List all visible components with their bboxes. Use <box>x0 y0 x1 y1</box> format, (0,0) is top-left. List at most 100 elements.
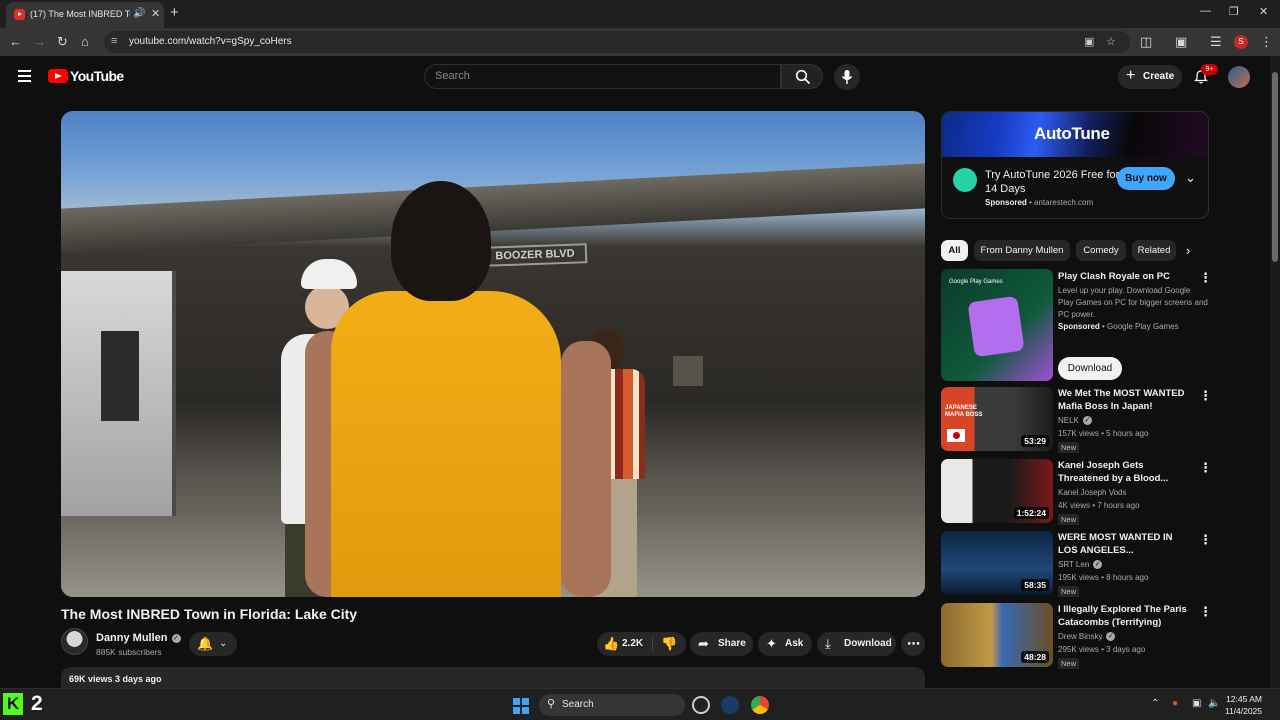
sidebar-ad-thumbnail[interactable]: Google Play Games <box>941 269 1053 381</box>
volume-icon[interactable]: 🔈 <box>1208 698 1220 709</box>
video-thumbnail[interactable]: 58:35 <box>941 531 1053 595</box>
ad-expand-chevron-icon[interactable]: ⌄ <box>1185 170 1196 186</box>
taskbar-search-label: Search <box>562 699 594 710</box>
ad-banner[interactable]: AutoTune <box>942 112 1208 157</box>
windows-start-icon[interactable] <box>513 698 529 714</box>
video-player[interactable]: BOOZER BLVD <box>61 111 925 597</box>
video-menu-icon[interactable]: ⋮ <box>1199 532 1212 548</box>
browser-tabbar: (17) The Most INBRED Town in Florida: La… <box>0 0 1280 28</box>
back-icon[interactable]: ← <box>9 34 22 50</box>
video-channel: SRT Len ✓ <box>1058 560 1103 569</box>
more-actions-button[interactable]: ⋯ <box>901 632 925 656</box>
video-menu-icon[interactable]: ⋮ <box>1199 604 1212 620</box>
youtube-favicon-icon <box>14 9 25 20</box>
chip-all[interactable]: All <box>941 240 968 261</box>
verified-icon: ✓ <box>1082 416 1092 425</box>
page-scrollbar[interactable] <box>1270 56 1280 688</box>
buy-now-button[interactable]: Buy now <box>1117 167 1175 190</box>
youtube-logo-text[interactable]: YouTube <box>70 68 124 84</box>
ad-sponsor-line: Sponsored • antarestech.com <box>985 198 1094 207</box>
account-avatar[interactable] <box>1228 66 1250 88</box>
share-button[interactable]: ➦ Share <box>690 632 753 656</box>
steam-icon[interactable] <box>721 696 739 714</box>
chips-next-chevron-icon[interactable]: › <box>1186 243 1190 258</box>
windows-taskbar: K 2 ⚲ Search ⌃ ● ▣ 🔈 12:45 AM 11/4/2025 <box>0 688 1280 720</box>
app-icon[interactable] <box>692 696 710 714</box>
reload-icon[interactable]: ↻ <box>57 34 68 50</box>
new-tab-icon[interactable]: + <box>170 5 179 21</box>
chrome-icon[interactable] <box>751 696 769 714</box>
sparkle-icon: ✦ <box>766 636 777 651</box>
dislike-button[interactable]: 👎 <box>653 632 686 656</box>
video-duration: 1:52:24 <box>1013 507 1049 519</box>
search-button[interactable] <box>781 64 823 89</box>
japan-flag-icon <box>947 429 965 442</box>
split-view-icon[interactable]: ▣ <box>1175 34 1187 50</box>
home-icon[interactable]: ⌂ <box>81 34 89 50</box>
browser-menu-icon[interactable]: ⋮ <box>1260 34 1273 50</box>
video-channel: Drew Binsky ✓ <box>1058 632 1116 641</box>
youtube-logo-icon[interactable] <box>48 69 68 83</box>
download-icon: ⤓ <box>825 636 831 651</box>
display-icon[interactable]: ▣ <box>1192 698 1201 709</box>
profile-avatar[interactable]: S <box>1234 35 1248 49</box>
forward-icon[interactable]: → <box>33 34 46 50</box>
sidebar-ad-menu-icon[interactable]: ⋮ <box>1199 270 1212 286</box>
subscription-bell-button[interactable]: 🔔 ⌄ <box>189 632 237 656</box>
scrollbar-thumb[interactable] <box>1272 72 1278 262</box>
minimize-icon[interactable]: — <box>1200 5 1211 17</box>
video-menu-icon[interactable]: ⋮ <box>1199 460 1212 476</box>
chip-from-channel[interactable]: From Danny Mullen <box>974 240 1070 261</box>
bookmark-star-icon[interactable]: ☆ <box>1106 35 1116 48</box>
channel-avatar[interactable] <box>61 628 88 655</box>
system-clock[interactable]: 12:45 AM 11/4/2025 <box>1222 693 1262 717</box>
kick-icon[interactable]: K <box>3 693 23 715</box>
restore-icon[interactable]: ❐ <box>1229 5 1239 18</box>
description-box[interactable]: 69K views 3 days ago <box>61 667 925 688</box>
clock-date: 11/4/2025 <box>1224 706 1262 716</box>
browser-tab[interactable]: (17) The Most INBRED Town in Florida: La… <box>6 2 164 28</box>
video-meta: 69K views 3 days ago <box>69 674 162 684</box>
video-title[interactable]: Kanel Joseph Gets Threatened by a Blood.… <box>1058 459 1190 485</box>
like-button[interactable]: 👍 2.2K <box>597 632 651 656</box>
menu-icon[interactable] <box>18 70 31 85</box>
media-controls-icon[interactable]: ☰ <box>1210 34 1222 50</box>
google-play-games-label: Google Play Games <box>949 279 1003 285</box>
address-bar[interactable]: ≡ youtube.com/watch?v=gSpy_coHers ▣ ☆ <box>104 31 1130 53</box>
install-app-icon[interactable]: ▣ <box>1084 35 1094 48</box>
download-button[interactable]: ⤓ Download <box>817 632 896 656</box>
verified-icon: ✓ <box>1106 632 1116 641</box>
video-thumbnail[interactable]: JAPANESE MAFIA BOSS 53:29 <box>941 387 1053 451</box>
new-badge: New <box>1058 442 1080 453</box>
site-info-icon[interactable]: ≡ <box>111 35 117 47</box>
video-title[interactable]: I Illegally Explored The Paris Catacombs… <box>1058 603 1190 629</box>
close-window-icon[interactable]: ✕ <box>1259 5 1268 18</box>
create-button[interactable]: + Create <box>1118 65 1182 89</box>
video-title[interactable]: We Met The MOST WANTED Mafia Boss In Jap… <box>1058 387 1190 413</box>
voice-search-button[interactable] <box>834 64 860 90</box>
video-menu-icon[interactable]: ⋮ <box>1199 388 1212 404</box>
video-thumbnail[interactable]: 1:52:24 <box>941 459 1053 523</box>
video-title[interactable]: WERE MOST WANTED IN LOS ANGELES... <box>1058 531 1190 557</box>
sidebar-ad-title[interactable]: Play Clash Royale on PC <box>1058 270 1190 283</box>
ask-button[interactable]: ✦ Ask <box>758 632 812 656</box>
video-duration: 58:35 <box>1021 579 1049 591</box>
ad-headline[interactable]: Try AutoTune 2026 Free for 14 Days <box>985 168 1125 196</box>
taskbar-search[interactable]: ⚲ Search <box>539 694 685 716</box>
ad-sponsored-label: Sponsored <box>985 198 1027 207</box>
video-duration: 48:28 <box>1021 651 1049 663</box>
extensions-icon[interactable]: ◫ <box>1140 34 1152 50</box>
sidebar-ad-download-button[interactable]: Download <box>1058 357 1122 380</box>
tray-overflow-icon[interactable]: ⌃ <box>1151 698 1159 709</box>
search-input[interactable]: Search <box>424 64 781 89</box>
sponsored-ad-card[interactable]: AutoTune Try AutoTune 2026 Free for 14 D… <box>941 111 1209 219</box>
channel-name[interactable]: Danny Mullen ✓ <box>96 632 181 644</box>
speaker-icon[interactable]: 🔊 <box>133 8 145 19</box>
chip-comedy[interactable]: Comedy <box>1076 240 1126 261</box>
share-icon: ➦ <box>698 636 709 651</box>
microphone-tray-icon[interactable]: ● <box>1172 698 1178 709</box>
video-thumbnail[interactable]: 48:28 <box>941 603 1053 667</box>
close-tab-icon[interactable]: ✕ <box>151 7 160 20</box>
video-channel[interactable]: Kanel Joseph Vods <box>1058 488 1127 497</box>
chip-related[interactable]: Related <box>1132 240 1176 261</box>
